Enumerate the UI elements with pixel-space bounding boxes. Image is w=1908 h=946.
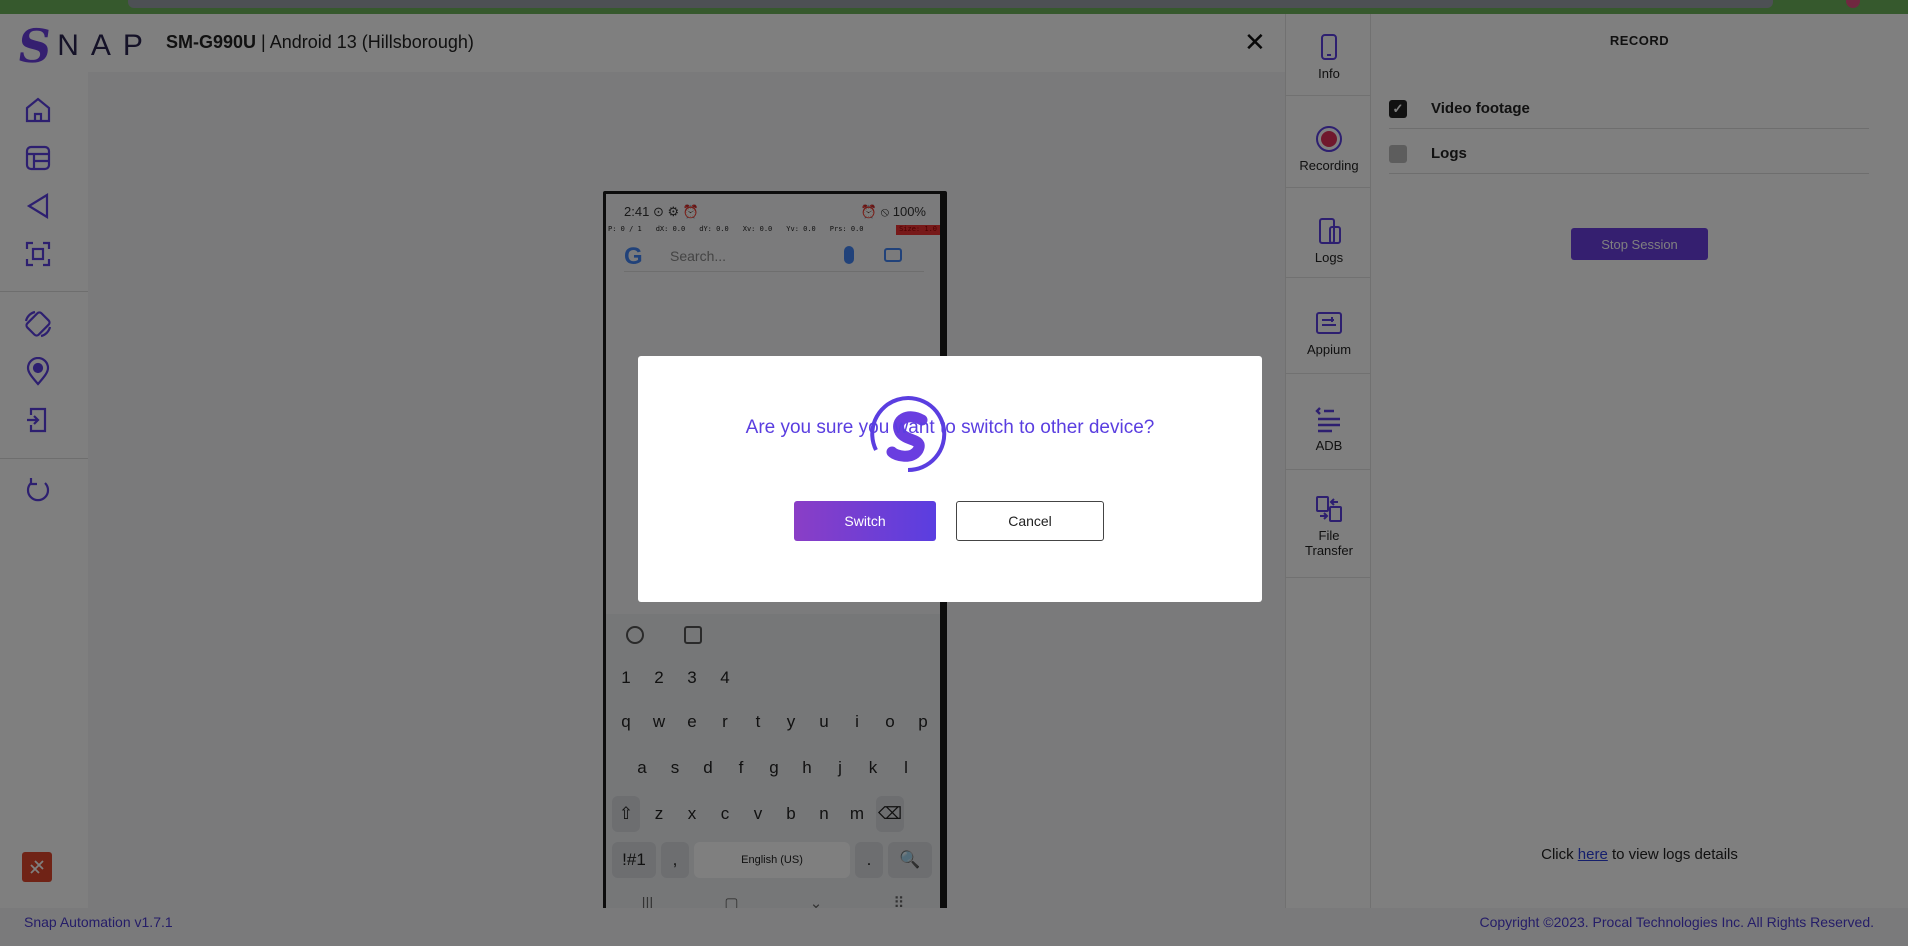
dialog-message: Are you sure you want to switch to other… xyxy=(745,417,1155,438)
switch-device-dialog: Are you sure you want to switch to other… xyxy=(638,356,1262,602)
switch-button[interactable]: Switch xyxy=(794,501,936,541)
cancel-button[interactable]: Cancel xyxy=(956,501,1104,541)
